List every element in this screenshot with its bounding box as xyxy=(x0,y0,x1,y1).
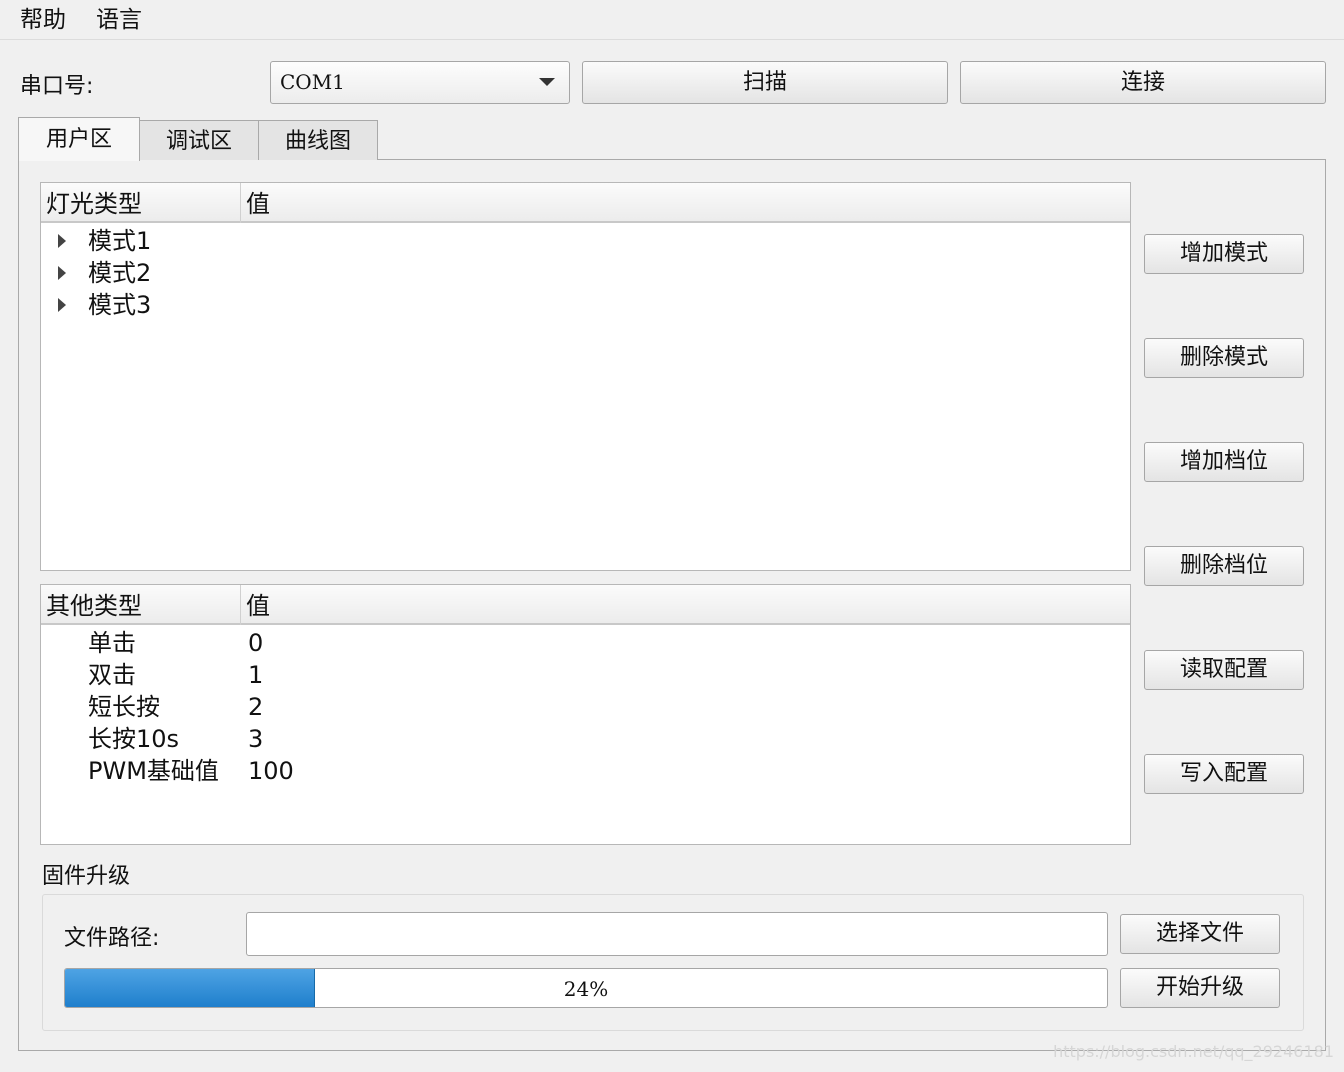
chevron-down-icon[interactable] xyxy=(539,78,555,86)
serial-port-label: 串口号: xyxy=(20,74,94,99)
menu-help[interactable]: 帮助 xyxy=(20,4,66,36)
menu-language[interactable]: 语言 xyxy=(96,4,142,36)
tree-item-mode-3[interactable]: 模式3 xyxy=(41,289,1130,321)
table-row[interactable]: 单击 0 xyxy=(41,627,1130,659)
table-row[interactable]: 长按10s 3 xyxy=(41,723,1130,755)
firmware-group-title: 固件升级 xyxy=(42,864,131,889)
row-name: 短长按 xyxy=(88,693,160,721)
expand-arrow-icon[interactable] xyxy=(58,298,66,312)
light-type-tree[interactable]: 灯光类型 值 模式1 模式2 模式3 xyxy=(40,182,1131,571)
serial-port-value: COM1 xyxy=(280,70,345,94)
tree-item-label: 模式1 xyxy=(88,227,152,255)
serial-port-select[interactable]: COM1 xyxy=(270,61,570,104)
row-name: PWM基础值 xyxy=(88,757,219,785)
header-other-type[interactable]: 其他类型 xyxy=(41,585,142,625)
file-path-input[interactable] xyxy=(246,912,1108,956)
add-mode-button[interactable]: 增加模式 xyxy=(1144,234,1304,274)
delete-mode-button[interactable]: 删除模式 xyxy=(1144,338,1304,378)
table-row[interactable]: 双击 1 xyxy=(41,659,1130,691)
delete-level-button[interactable]: 删除档位 xyxy=(1144,546,1304,586)
row-value[interactable]: 1 xyxy=(248,659,263,691)
file-path-label: 文件路径: xyxy=(64,926,160,951)
expand-arrow-icon[interactable] xyxy=(58,266,66,280)
read-config-button[interactable]: 读取配置 xyxy=(1144,650,1304,690)
row-value[interactable]: 0 xyxy=(248,627,263,659)
add-level-button[interactable]: 增加档位 xyxy=(1144,442,1304,482)
row-name: 长按10s xyxy=(88,725,180,753)
tree-item-label: 模式3 xyxy=(88,291,152,319)
row-value[interactable]: 3 xyxy=(248,723,263,755)
tree-item-label: 模式2 xyxy=(88,259,152,287)
expand-arrow-icon[interactable] xyxy=(58,234,66,248)
tab-user-area[interactable]: 用户区 xyxy=(18,117,140,161)
tree-item-mode-1[interactable]: 模式1 xyxy=(41,225,1130,257)
tab-debug-area[interactable]: 调试区 xyxy=(139,120,259,160)
write-config-button[interactable]: 写入配置 xyxy=(1144,754,1304,794)
progress-text: 24% xyxy=(563,977,609,1001)
choose-file-button[interactable]: 选择文件 xyxy=(1120,914,1280,954)
table-row[interactable]: 短长按 2 xyxy=(41,691,1130,723)
watermark: https://blog.csdn.net/qq_29246181 xyxy=(1053,1042,1334,1061)
tree-header: 灯光类型 值 xyxy=(41,183,1130,223)
header-light-type[interactable]: 灯光类型 xyxy=(41,183,142,223)
row-value[interactable]: 100 xyxy=(248,755,294,787)
start-upgrade-button[interactable]: 开始升级 xyxy=(1120,968,1280,1008)
row-value[interactable]: 2 xyxy=(248,691,263,723)
tree-header: 其他类型 值 xyxy=(41,585,1130,625)
other-type-tree[interactable]: 其他类型 值 单击 0 双击 1 短长按 2 长按10s 3 PWM基础值 10… xyxy=(40,584,1131,845)
scan-button[interactable]: 扫描 xyxy=(582,61,948,104)
menubar: 帮助 语言 xyxy=(0,0,1344,40)
row-name: 双击 xyxy=(88,661,136,689)
tab-curve-chart[interactable]: 曲线图 xyxy=(258,120,378,160)
connect-button[interactable]: 连接 xyxy=(960,61,1326,104)
upgrade-progress-bar: 24% xyxy=(64,968,1108,1008)
header-value[interactable]: 值 xyxy=(241,183,270,223)
row-name: 单击 xyxy=(88,629,136,657)
table-row[interactable]: PWM基础值 100 xyxy=(41,755,1130,787)
tree-item-mode-2[interactable]: 模式2 xyxy=(41,257,1130,289)
header-value[interactable]: 值 xyxy=(241,585,270,625)
